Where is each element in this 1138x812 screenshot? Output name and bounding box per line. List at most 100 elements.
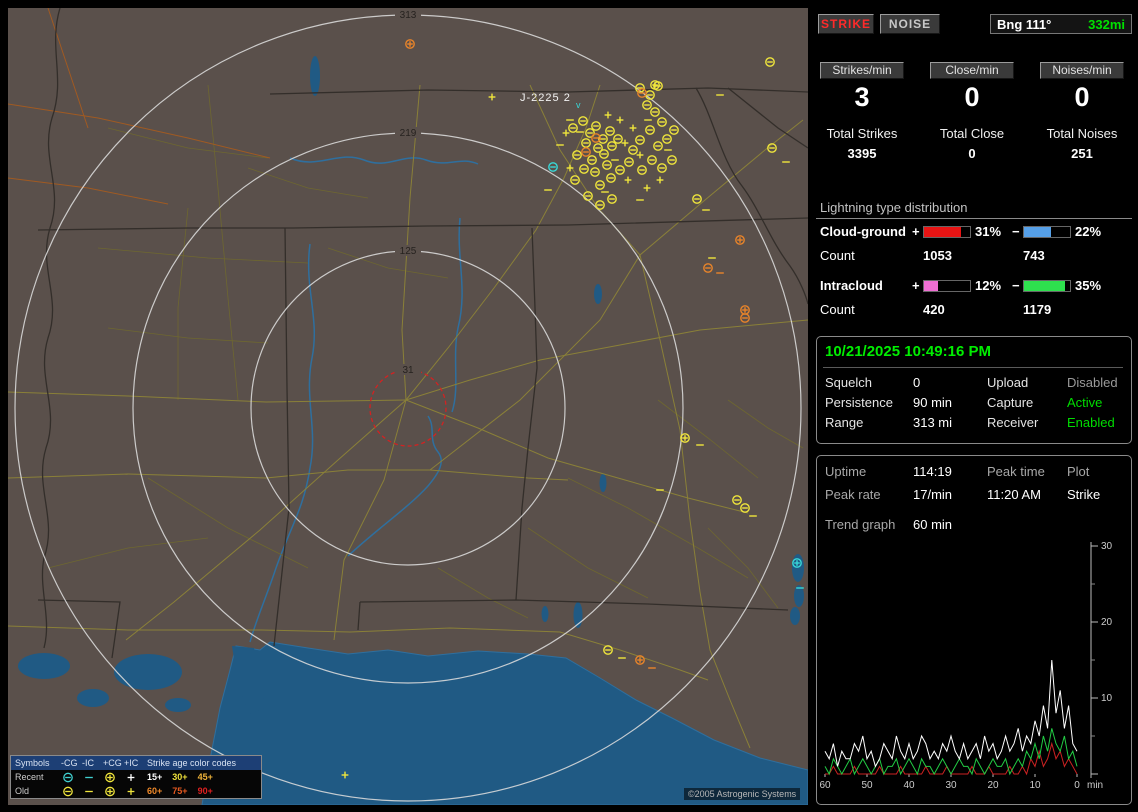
age-code-90+: 90+: [197, 786, 213, 796]
persistence-value: 90 min: [913, 395, 953, 410]
x-tick-label: 50: [861, 780, 873, 791]
x-tick-label: 0: [1074, 780, 1080, 791]
ring-label: 125: [400, 246, 417, 257]
ring-label: 219: [400, 128, 417, 139]
minus-sign: −: [1012, 224, 1020, 239]
plot-label: Plot: [1067, 464, 1090, 479]
legend-col-neg-ic: -IC: [82, 758, 94, 768]
plus-sign: +: [912, 278, 920, 293]
legend-m-icon: [84, 790, 93, 792]
distribution-header: Lightning type distribution: [820, 200, 968, 215]
y-tick-label: 20: [1101, 617, 1113, 628]
map-canvas[interactable]: 313 219 125 31: [8, 8, 808, 805]
legend-m-icon: [84, 776, 93, 778]
legend-recent-row: Recent 15+ 30+ 45+: [11, 770, 261, 784]
storm-direction-arrow: v: [576, 100, 581, 110]
noises-per-min-box: Noises/min: [1040, 62, 1124, 79]
x-tick-label: 20: [987, 780, 999, 791]
squelch-label: Squelch: [825, 375, 872, 390]
cloud-ground-row: Cloud-ground + 31% − 22%: [812, 224, 1138, 240]
peak-time-value: 11:20 AM: [987, 487, 1041, 502]
cg-positive-pct: 31%: [975, 224, 1002, 239]
storm-cell-label: J-2225 2: [520, 92, 571, 104]
total-close-label: Total Close: [939, 126, 1005, 141]
total-strikes-value: 3395: [847, 146, 877, 161]
upload-status: Disabled: [1067, 375, 1118, 390]
copyright-notice: ©2005 Astrogenic Systems: [684, 788, 801, 800]
trend-graph-label: Trend graph: [825, 517, 896, 532]
info-row: Peak rate 17/min 11:20 AM Strike: [817, 487, 1131, 505]
nexstorm-window: 313 219 125 31 J-2225 2 v Symbols -CG -IC +…: [0, 0, 1138, 812]
cg-negative-pct: 22%: [1075, 224, 1102, 239]
strikes-column: Strikes/min 3 Total Strikes 3395: [820, 62, 904, 172]
strikes-per-min-value: 3: [854, 82, 870, 112]
squelch-value: 0: [913, 375, 921, 390]
legend-cm-icon: [62, 786, 73, 796]
cg-negative-bar: [1023, 226, 1071, 238]
map-legend: Symbols -CG -IC +CG +IC Strike age color…: [10, 755, 262, 799]
legend-col-neg-cg: -CG: [61, 758, 78, 768]
total-noises-value: 251: [1071, 146, 1093, 161]
peak-time-label: Peak time: [987, 464, 1045, 479]
y-tick-label: 10: [1101, 693, 1113, 704]
status-row: Persistence 90 min Capture Active: [817, 395, 1131, 413]
total-close-value: 0: [968, 146, 976, 161]
count-label: Count: [820, 302, 855, 317]
legend-old-label: Old: [15, 786, 30, 796]
legend-header-row: Symbols -CG -IC +CG +IC Strike age color…: [11, 756, 261, 770]
status-row: Squelch 0 Upload Disabled: [817, 375, 1131, 393]
count-label: Count: [820, 248, 855, 263]
capture-status: Active: [1067, 395, 1103, 410]
x-unit-label: min: [1087, 780, 1103, 791]
age-code-15+: 15+: [147, 772, 163, 782]
trend-graph-value: 60 min: [913, 517, 953, 532]
cg-positive-bar: [923, 226, 971, 238]
ring-label: 31: [402, 365, 414, 376]
range-value: 313 mi: [913, 415, 953, 430]
lightning-map[interactable]: 313 219 125 31 J-2225 2 v Symbols -CG -IC +…: [8, 8, 808, 805]
info-row: Uptime 114:19 Peak time Plot: [817, 464, 1131, 482]
upload-label: Upload: [987, 375, 1029, 390]
ic-negative-bar: [1023, 280, 1071, 292]
age-code-45+: 45+: [197, 772, 213, 782]
legend-recent-label: Recent: [15, 772, 44, 782]
close-column: Close/min 0 Total Close 0: [930, 62, 1014, 172]
ic-positive-pct: 12%: [975, 278, 1002, 293]
age-codes-row-1: 15+ 30+ 45+: [141, 772, 261, 782]
strikes-per-min-box: Strikes/min: [820, 62, 904, 79]
cg-negative-count: 743: [1023, 248, 1045, 263]
noise-button[interactable]: NOISE: [880, 14, 940, 34]
x-tick-label: 40: [903, 780, 915, 791]
trend-box: Uptime 114:19 Peak time Plot Peak rate 1…: [816, 455, 1132, 805]
distribution-divider: [816, 218, 1132, 219]
bearing-value: Bng 111°: [997, 16, 1052, 32]
cloud-ground-label: Cloud-ground: [820, 224, 906, 239]
ic-positive-bar: [923, 280, 971, 292]
total-noises-label: Total Noises: [1046, 126, 1118, 141]
legend-age-header: Strike age color codes: [147, 758, 237, 768]
info-row: Trend graph 60 min: [817, 517, 1131, 535]
receiver-status: Enabled: [1067, 415, 1115, 430]
peak-rate-value: 17/min: [913, 487, 953, 502]
noises-per-min-value: 0: [1074, 82, 1090, 112]
status-box: 10/21/2025 10:49:16 PM Squelch 0 Upload …: [816, 336, 1132, 444]
ic-negative-count: 1179: [1023, 302, 1052, 317]
strike-button[interactable]: STRIKE: [818, 14, 874, 34]
ic-count-row: Count 420 1179: [812, 302, 1138, 318]
peak-rate-label: Peak rate: [825, 487, 881, 502]
age-code-60+: 60+: [147, 786, 163, 796]
legend-symbols-header: Symbols: [15, 758, 50, 768]
legend-p-icon: [127, 787, 134, 795]
uptime-value: 114:19: [913, 464, 952, 479]
close-per-min-value: 0: [964, 82, 980, 112]
legend-cm-icon: [62, 772, 73, 782]
minus-sign: −: [1012, 278, 1020, 293]
legend-p-icon: [127, 773, 134, 781]
capture-label: Capture: [987, 395, 1034, 410]
receiver-label: Receiver: [987, 415, 1039, 430]
trend-graph: 30 20 10 60 50 40 30 20 10 0 min: [819, 541, 1113, 791]
status-divider: [823, 367, 1123, 368]
age-code-30+: 30+: [172, 772, 188, 782]
intracloud-label: Intracloud: [820, 278, 883, 293]
range-label: Range: [825, 415, 864, 430]
